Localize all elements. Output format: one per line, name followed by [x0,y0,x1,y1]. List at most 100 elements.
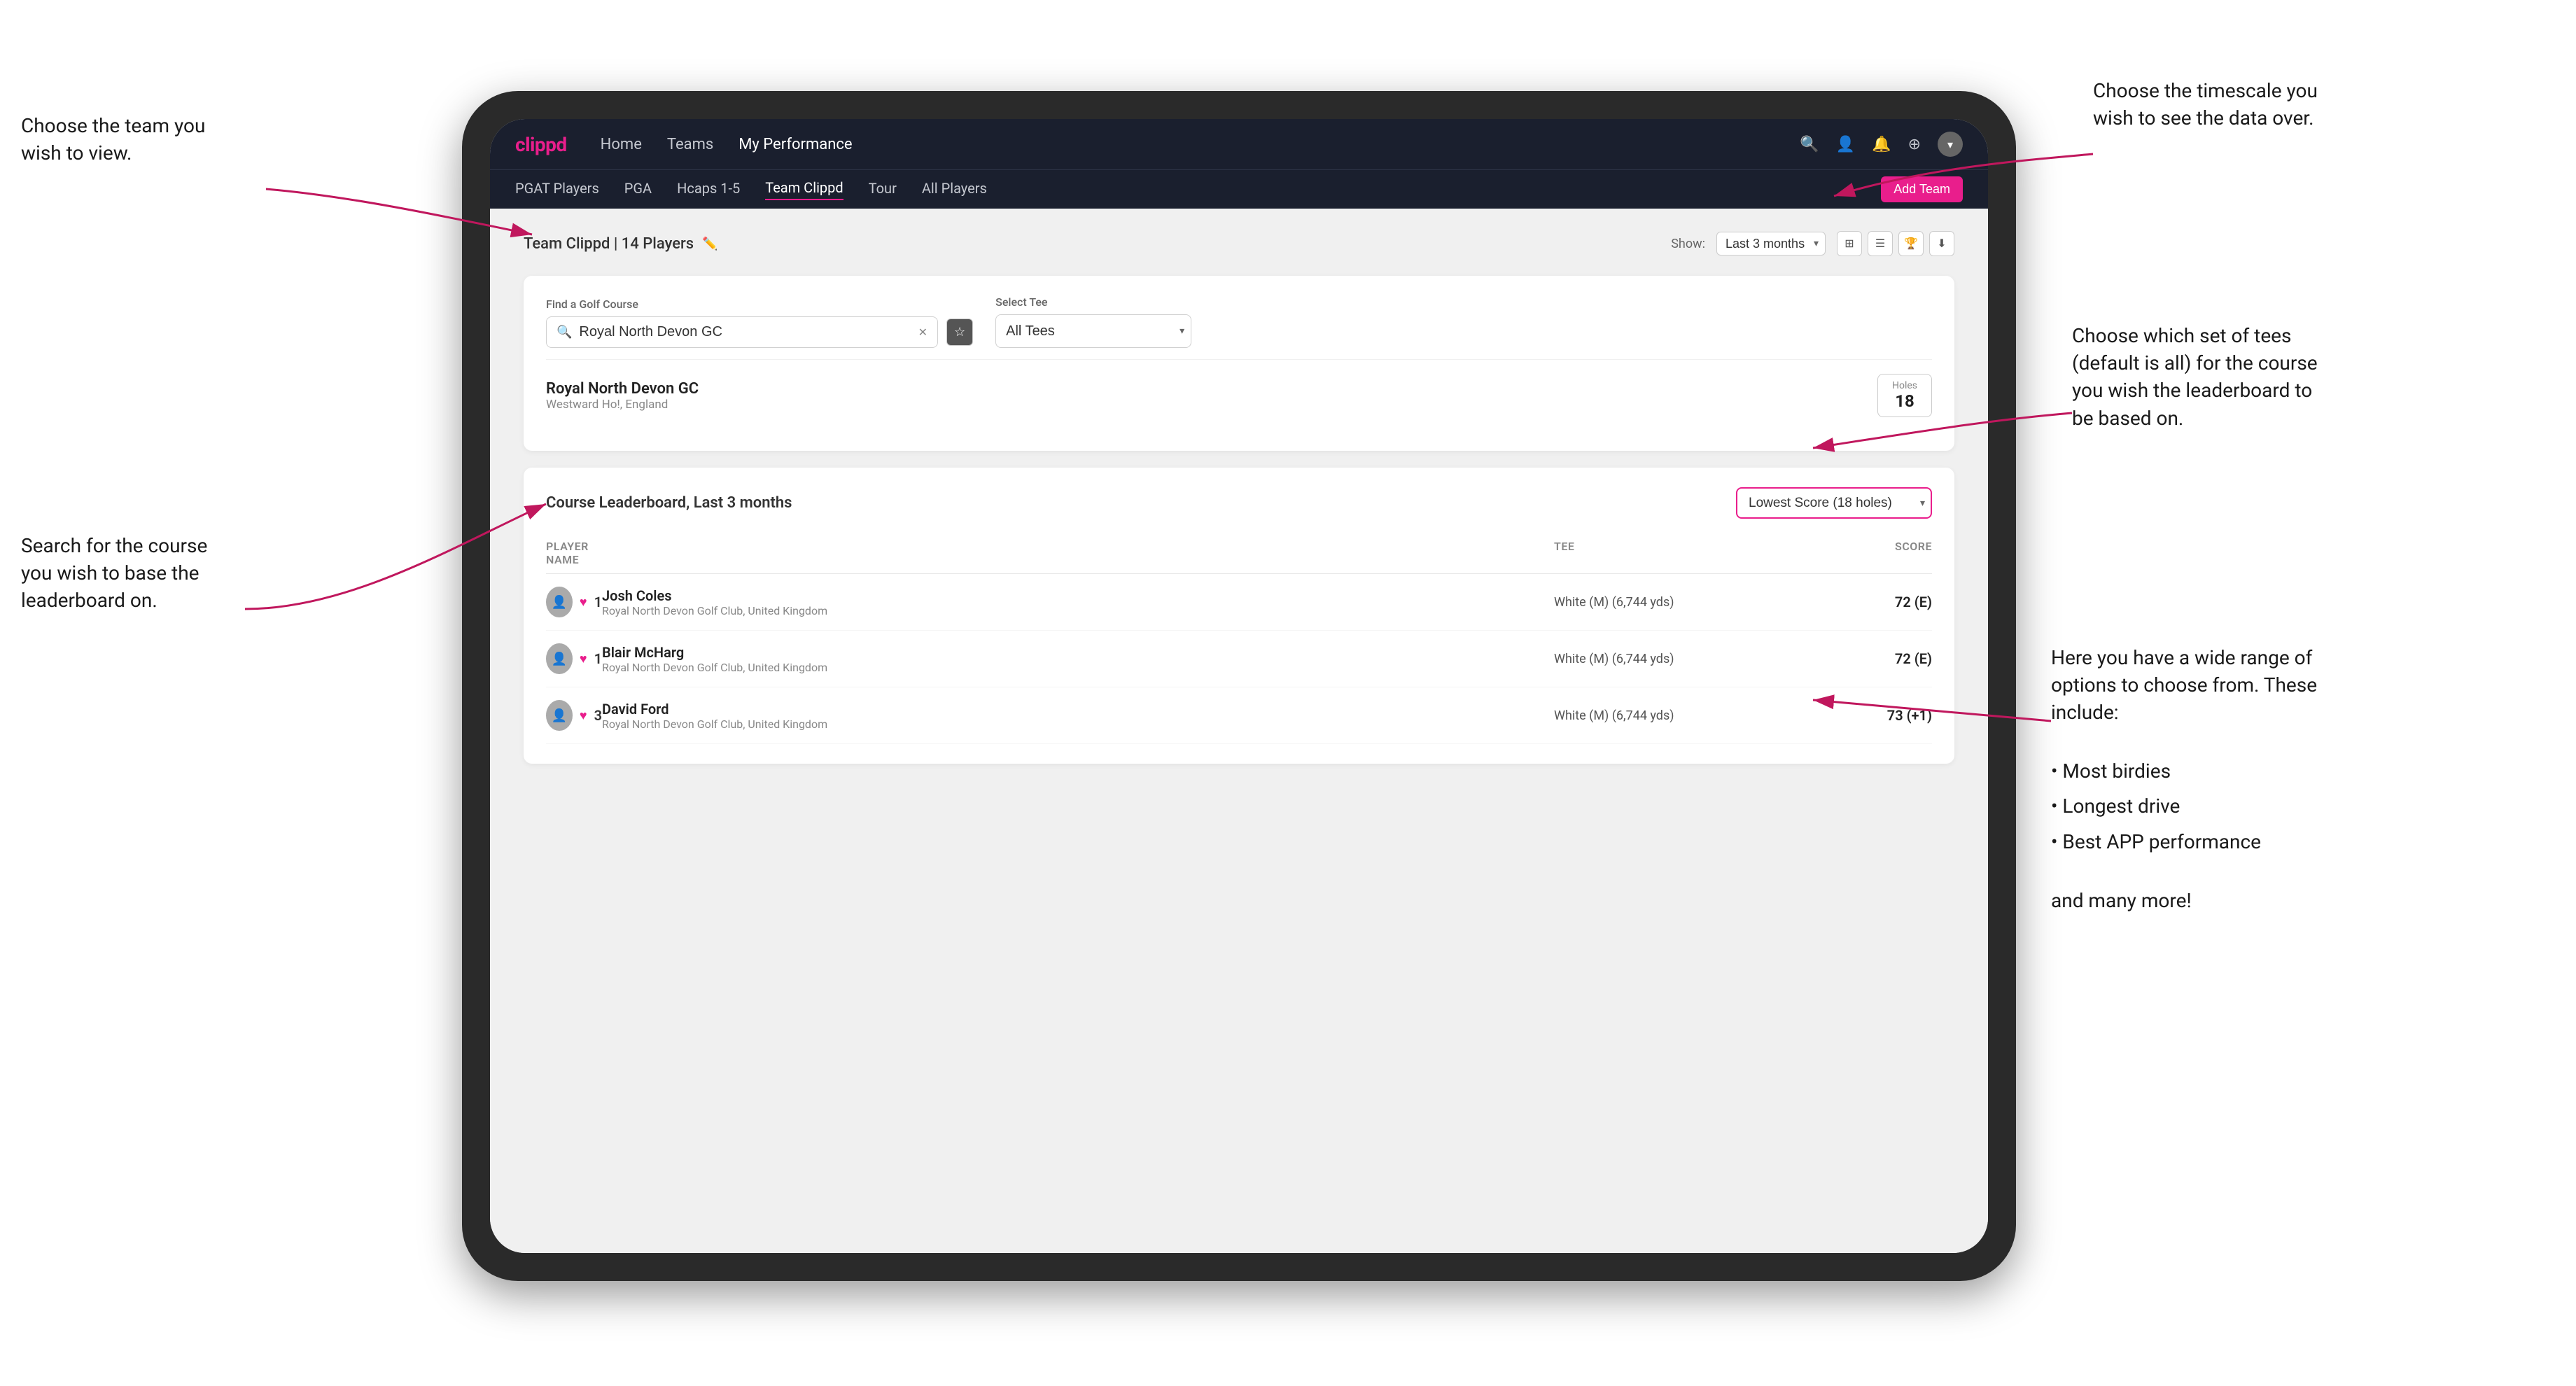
add-team-button[interactable]: Add Team [1881,176,1963,202]
tee-cell-3: White (M) (6,744 yds) [1554,708,1792,723]
time-period-select-wrapper: Last 3 months [1716,232,1826,255]
course-search-row: Find a Golf Course 🔍 ✕ ☆ Select Tee [546,295,1932,348]
course-result-info: Royal North Devon GC Westward Ho!, Engla… [546,380,699,412]
course-search-card: Find a Golf Course 🔍 ✕ ☆ Select Tee [524,276,1954,451]
score-select-wrapper: Lowest Score (18 holes) [1736,487,1932,519]
table-header: PLAYER NAME TEE SCORE [546,533,1932,574]
table-row: 👤 ♥ 3 David Ford Royal North Devon Golf … [546,687,1932,744]
bullet-item-3: Best APP performance [2051,825,2331,860]
bullet-item-2: Longest drive [2051,789,2331,824]
tee-select-group: Select Tee All Tees [995,295,1191,348]
player-rank-2: 👤 ♥ 1 [546,643,602,674]
player-name-1: Josh Coles [602,587,1554,604]
score-cell-1: 72 (E) [1792,594,1932,610]
player-avatar-1: 👤 [546,587,573,617]
player-club-3: Royal North Devon Golf Club, United King… [602,718,1554,731]
nav-links: Home Teams My Performance [601,136,1800,153]
nav-icons: 🔍 👤 🔔 ⊕ ▾ [1800,132,1963,157]
player-info-1: Josh Coles Royal North Devon Golf Club, … [602,587,1554,617]
heart-icon-2[interactable]: ♥ [580,652,587,666]
rank-number-1: 1 [594,594,602,610]
nav-bar: clippd Home Teams My Performance 🔍 👤 🔔 ⊕… [490,119,1988,169]
favorite-button[interactable]: ☆ [946,318,973,346]
time-period-select[interactable]: Last 3 months [1716,232,1826,255]
annotation-top-left: Choose the team youwish to view. [21,112,205,167]
player-info-3: David Ford Royal North Devon Golf Club, … [602,701,1554,731]
tee-cell-1: White (M) (6,744 yds) [1554,595,1792,610]
grid-view-button[interactable]: ⊞ [1837,231,1862,256]
annotation-bottom-right: Here you have a wide range of options to… [2051,644,2331,914]
sub-nav-tour[interactable]: Tour [869,180,897,200]
course-result-location: Westward Ho!, England [546,398,699,412]
show-label: Show: [1671,237,1705,251]
holes-label: Holes [1892,380,1917,391]
rank-number-2: 1 [594,650,602,667]
edit-team-icon[interactable]: ✏️ [702,237,718,251]
holes-badge: Holes 18 [1877,374,1932,417]
heart-icon-1[interactable]: ♥ [580,595,587,610]
user-avatar[interactable]: ▾ [1938,132,1963,157]
course-search-input[interactable] [579,324,911,340]
score-cell-3: 73 (+1) [1792,707,1932,724]
download-button[interactable]: ⬇ [1929,231,1954,256]
sub-nav-pgat[interactable]: PGAT Players [515,180,599,200]
tablet-frame: clippd Home Teams My Performance 🔍 👤 🔔 ⊕… [462,91,2016,1281]
tee-header: TEE [1554,540,1792,566]
player-club-1: Royal North Devon Golf Club, United King… [602,604,1554,617]
player-avatar-3: 👤 [546,700,573,731]
trophy-view-button[interactable]: 🏆 [1898,231,1924,256]
search-input-wrapper: 🔍 ✕ [546,316,938,348]
player-name-3: David Ford [602,701,1554,718]
player-rank-1: 👤 ♥ 1 [546,587,602,617]
search-icon[interactable]: 🔍 [1800,136,1819,153]
player-name-header-spacer [602,540,1554,566]
leaderboard-title: Course Leaderboard, Last 3 months [546,494,792,512]
person-icon[interactable]: 👤 [1836,136,1855,153]
heart-icon-3[interactable]: ♥ [580,708,587,723]
tablet-screen: clippd Home Teams My Performance 🔍 👤 🔔 ⊕… [490,119,1988,1253]
leaderboard-table: PLAYER NAME TEE SCORE 👤 ♥ 1 Josh [546,533,1932,744]
view-icons: ⊞ ☰ 🏆 ⬇ [1837,231,1954,256]
app-logo: clippd [515,133,567,156]
sub-nav-pga[interactable]: PGA [624,180,652,200]
score-type-select[interactable]: Lowest Score (18 holes) [1736,487,1932,519]
select-tee-label: Select Tee [995,295,1191,309]
nav-link-home[interactable]: Home [601,136,642,153]
search-clear-icon[interactable]: ✕ [918,326,927,339]
bell-icon[interactable]: 🔔 [1872,136,1891,153]
sub-nav-team-clippd[interactable]: Team Clippd [765,179,843,200]
player-rank-3: 👤 ♥ 3 [546,700,602,731]
tee-select[interactable]: All Tees [995,314,1191,348]
sub-nav-hcaps[interactable]: Hcaps 1-5 [677,180,740,200]
course-search-group: Find a Golf Course 🔍 ✕ ☆ [546,298,973,348]
course-result-name: Royal North Devon GC [546,380,699,398]
and-more-text: and many more! [2051,889,2192,912]
annotation-bottom-left: Search for the courseyou wish to base th… [21,532,207,615]
main-content: Team Clippd | 14 Players ✏️ Show: Last 3… [490,209,1988,1253]
leaderboard-header: Course Leaderboard, Last 3 months Lowest… [546,487,1932,519]
bullet-item-1: Most birdies [2051,754,2331,789]
course-result: Royal North Devon GC Westward Ho!, Engla… [546,359,1932,431]
nav-link-teams[interactable]: Teams [667,136,713,153]
leaderboard-card: Course Leaderboard, Last 3 months Lowest… [524,468,1954,764]
sub-nav-all-players[interactable]: All Players [922,180,987,200]
score-cell-2: 72 (E) [1792,650,1932,667]
team-title-section: Team Clippd | 14 Players ✏️ [524,235,718,253]
score-header: SCORE [1792,540,1932,566]
list-view-button[interactable]: ☰ [1868,231,1893,256]
tee-select-wrapper: All Tees [995,314,1191,348]
player-avatar-2: 👤 [546,643,573,674]
settings-icon[interactable]: ⊕ [1908,136,1921,153]
nav-link-my-performance[interactable]: My Performance [738,136,852,153]
holes-value: 18 [1895,391,1914,411]
annotation-top-right: Choose the timescale youwish to see the … [2093,77,2318,132]
team-controls: Show: Last 3 months ⊞ ☰ 🏆 ⬇ [1671,231,1954,256]
sub-nav: PGAT Players PGA Hcaps 1-5 Team Clippd T… [490,169,1988,209]
find-course-label: Find a Golf Course [546,298,973,311]
team-name: Team Clippd | 14 Players [524,235,694,253]
table-row: 👤 ♥ 1 Josh Coles Royal North Devon Golf … [546,574,1932,631]
player-club-2: Royal North Devon Golf Club, United King… [602,661,1554,674]
table-row: 👤 ♥ 1 Blair McHarg Royal North Devon Gol… [546,631,1932,687]
rank-number-3: 3 [594,707,602,724]
player-name-header: PLAYER NAME [546,540,602,566]
